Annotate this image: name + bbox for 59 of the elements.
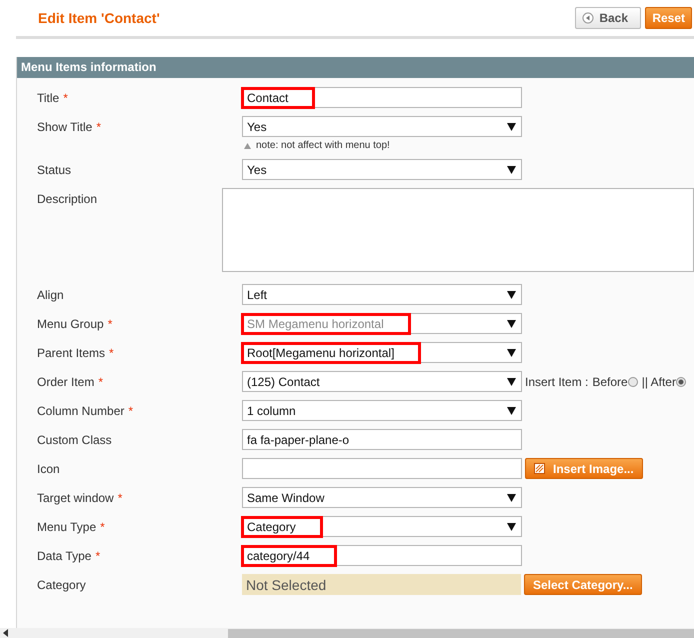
select-field[interactable]: (125) Contact	[242, 371, 522, 392]
field-label: Category	[37, 578, 86, 592]
back-icon	[582, 12, 594, 24]
select-field[interactable]: Root[Megamenu horizontal]	[242, 342, 522, 363]
triangle-icon	[244, 142, 251, 148]
description-field[interactable]	[222, 188, 694, 272]
field-label: Description	[37, 192, 98, 206]
caret-icon	[507, 378, 516, 386]
caret-icon	[507, 291, 516, 299]
radio-option[interactable]: Before	[592, 374, 638, 388]
select-field[interactable]: Yes	[242, 116, 522, 137]
select-field[interactable]: Yes	[242, 159, 522, 180]
caret-icon	[507, 320, 516, 328]
text-field[interactable]: fa fa-paper-plane-o	[242, 429, 522, 450]
required-mark: *	[63, 91, 68, 105]
select-field[interactable]: Left	[242, 284, 522, 305]
text-field[interactable]: Contact	[242, 87, 522, 108]
select-field[interactable]: Same Window	[242, 487, 522, 508]
required-mark: *	[118, 491, 122, 505]
caret-icon	[507, 166, 516, 174]
scroll-left-icon	[3, 629, 9, 637]
required-mark: *	[98, 375, 104, 389]
caret-icon	[507, 523, 516, 531]
field-note: note: not affect with menu top!	[244, 140, 522, 151]
field-label: Data Type	[37, 549, 92, 563]
back-button[interactable]: Back	[575, 7, 642, 29]
required-mark: *	[100, 520, 105, 534]
field-label: Show Title	[37, 120, 92, 134]
caret-icon	[507, 494, 516, 502]
select-field[interactable]: Category	[242, 516, 522, 537]
field-label: Column Number	[37, 404, 124, 418]
required-mark: *	[109, 346, 114, 360]
category-value: Not Selected	[242, 574, 521, 595]
text-field[interactable]: category/44	[242, 545, 522, 566]
page-title: Edit Item 'Contact'	[38, 10, 160, 26]
required-mark: *	[95, 549, 100, 563]
field-label: Align	[37, 288, 64, 302]
field-label: Icon	[37, 462, 60, 476]
insert-label: Insert Item :	[525, 374, 588, 388]
required-mark: *	[128, 404, 134, 418]
caret-icon	[507, 349, 516, 357]
caret-icon	[507, 123, 516, 131]
field-label: Status	[37, 163, 72, 177]
field-label: Parent Items	[37, 346, 106, 360]
required-mark: *	[108, 317, 112, 331]
field-label: Menu Group	[37, 317, 104, 331]
radio-option[interactable]: || After	[642, 374, 686, 388]
text-field[interactable]	[242, 458, 522, 479]
field-label: Target window	[37, 491, 114, 505]
field-label: Order Item	[37, 375, 94, 389]
select-field[interactable]: 1 column	[242, 400, 522, 421]
field-label: Custom Class	[37, 433, 112, 447]
image-icon	[534, 463, 545, 474]
required-mark: *	[96, 120, 102, 134]
horizontal-scrollbar[interactable]	[0, 628, 694, 638]
section-header: Menu Items information	[17, 57, 694, 78]
field-label: Title	[37, 91, 60, 105]
caret-icon	[507, 407, 516, 415]
field-label: Menu Type	[37, 520, 96, 534]
